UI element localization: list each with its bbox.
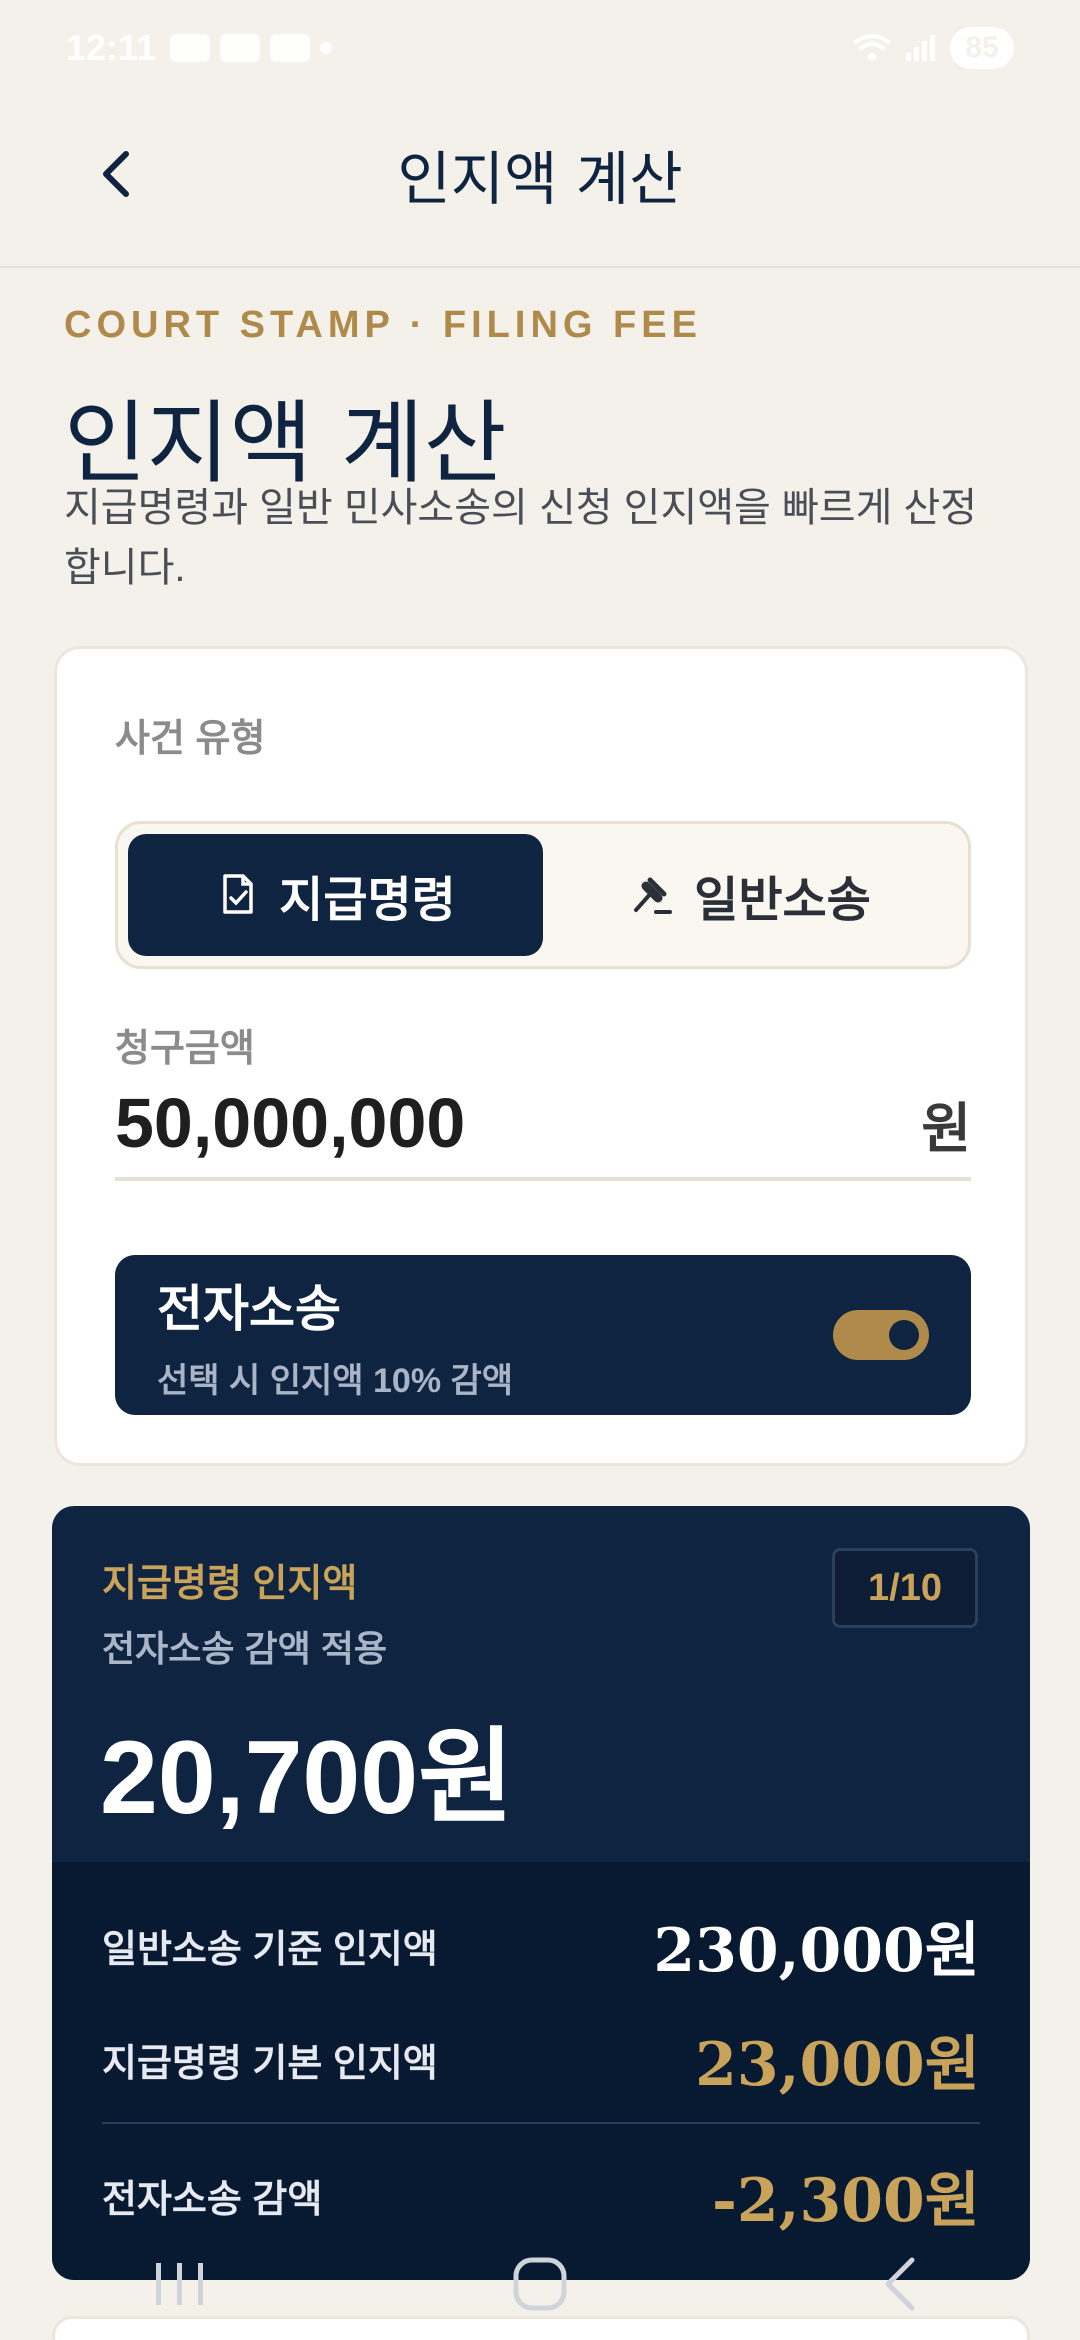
youtube-icon — [270, 34, 311, 62]
amount-input[interactable] — [115, 1083, 815, 1163]
input-card: 사건 유형 지급명령 일반소송 청구금액 원 전자소송 선택 — [54, 646, 1028, 1466]
breakdown-unit: 원 — [924, 2165, 980, 2236]
breakdown-row: 지급명령 기본 인지액 23,000원 — [102, 2002, 980, 2116]
app-bar-title: 인지액 계산 — [397, 145, 683, 213]
case-type-lawsuit-label: 일반소송 — [694, 874, 871, 927]
breakdown-value: 23,000 — [695, 2029, 925, 2100]
system-back-button[interactable] — [840, 2244, 960, 2324]
e-litigation-toggle-row[interactable]: 전자소송 선택 시 인지액 10% 감액 — [115, 1255, 971, 1415]
page-subtitle: 지급명령과 일반 민사소송의 신청 인지액을 빠르게 산정합니다. — [64, 486, 978, 590]
case-type-payment-order-label: 지급명령 — [279, 874, 456, 927]
breakdown-unit: 원 — [924, 2029, 980, 2100]
app-bar: 인지액 계산 — [0, 96, 1080, 268]
breakdown-row: 일반소송 기준 인지액 230,000원 — [102, 1888, 980, 2002]
recent-apps-icon — [156, 2263, 203, 2305]
battery-indicator: 85 — [950, 27, 1014, 69]
result-eyebrow: 지급명령 인지액 — [102, 1563, 358, 1605]
amount-field: 원 — [115, 1069, 971, 1181]
e-litigation-title: 전자소송 — [157, 1280, 341, 1337]
e-litigation-description: 선택 시 인지액 10% 감액 — [157, 1361, 514, 1400]
breakdown-value: -2,300 — [712, 2165, 925, 2236]
system-nav-bar — [0, 2228, 1080, 2340]
breakdown-label: 전자소송 감액 — [102, 2178, 323, 2221]
mail-icon — [220, 34, 261, 62]
case-type-label: 사건 유형 — [115, 718, 266, 760]
e-litigation-switch[interactable] — [833, 1310, 929, 1360]
amount-label: 청구금액 — [115, 1028, 255, 1070]
ratio-badge: 1/10 — [832, 1548, 978, 1628]
result-card: 지급명령 인지액 전자소송 감액 적용 20,700원 1/10 일반소송 기준… — [52, 1506, 1030, 2280]
breakdown-label: 지급명령 기본 인지액 — [102, 2042, 438, 2085]
breakdown-divider — [102, 2122, 980, 2124]
back-icon — [885, 2257, 915, 2311]
status-time: 12:11 — [66, 27, 157, 68]
breakdown-unit: 원 — [924, 1915, 980, 1986]
result-note: 전자소송 감액 적용 — [102, 1628, 387, 1669]
result-breakdown: 일반소송 기준 인지액 230,000원 지급명령 기본 인지액 23,000원… — [52, 1862, 1030, 2280]
status-bar: 12:11 85 — [0, 0, 1080, 96]
amount-unit: 원 — [921, 1098, 971, 1159]
document-check-icon — [223, 874, 253, 914]
notification-dot-icon — [320, 42, 333, 54]
result-amount: 20,700원 — [100, 1720, 514, 1836]
signal-icon — [906, 35, 935, 61]
breakdown-label: 일반소송 기준 인지액 — [102, 1928, 438, 1971]
case-type-selector: 지급명령 일반소송 — [115, 821, 971, 969]
recent-apps-button[interactable] — [120, 2244, 240, 2324]
wifi-icon — [852, 34, 892, 61]
case-type-payment-order-button[interactable]: 지급명령 — [128, 834, 543, 956]
breakdown-value: 230,000 — [653, 1915, 925, 1986]
gavel-icon — [634, 877, 673, 914]
home-icon — [513, 2257, 567, 2311]
case-type-lawsuit-button[interactable]: 일반소송 — [543, 834, 958, 956]
page-eyebrow: COURT STAMP · FILING FEE — [64, 304, 702, 346]
home-button[interactable] — [480, 2244, 600, 2324]
sim-icon — [170, 34, 211, 62]
switch-knob — [889, 1320, 919, 1350]
